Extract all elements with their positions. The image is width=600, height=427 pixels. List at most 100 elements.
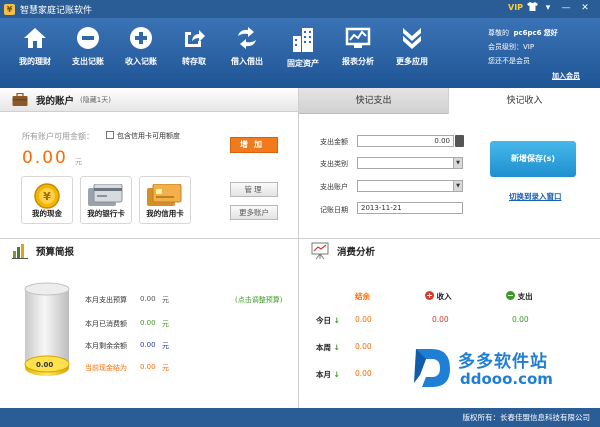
consumption-panel-header: 消费分析: [299, 239, 600, 263]
arrow-down-icon: ↓: [333, 370, 340, 379]
credit-card-icon: [147, 183, 182, 206]
watermark-name: 多多软件站: [458, 352, 548, 372]
watermark-logo: 多多软件站 ddooo.com: [412, 343, 587, 395]
easel-chart-icon: [311, 242, 329, 260]
status-bar: 版权所有：长春佳盟信息科技有限公司: [0, 408, 600, 427]
skin-icon[interactable]: [525, 2, 539, 15]
toolbar-income-entry[interactable]: 收入记账: [116, 24, 166, 82]
toolbar-transfer[interactable]: 转存取: [169, 24, 219, 82]
card-my-bank[interactable]: 我的银行卡: [80, 176, 132, 224]
user-greeting: 尊敬的 pc6pc6 您好: [488, 29, 558, 37]
toolbar-my-finance[interactable]: 我的理财: [10, 24, 60, 82]
budget-row-unit: 元: [162, 296, 169, 304]
share-arrow-icon: [185, 30, 205, 47]
watermark-d-icon: [414, 349, 450, 387]
calculator-icon[interactable]: [455, 135, 464, 147]
total-amount: 0.00: [22, 148, 68, 168]
budget-row-unit: 元: [162, 320, 169, 328]
budget-row-value: 0.00: [140, 295, 156, 303]
switch-entry-window-link[interactable]: 切换到录入窗口: [509, 191, 562, 202]
svg-text:¥: ¥: [43, 190, 51, 203]
toolbar-borrow-lend[interactable]: 借入借出: [222, 24, 272, 82]
account-panel-header: 我的账户 (隐藏1天): [0, 88, 298, 112]
stat-row-label: 本周 ↓: [316, 343, 340, 352]
toolbar-label: 报表分析: [342, 57, 374, 66]
toolbar-label: 转存取: [182, 57, 206, 66]
card-caption: 我的银行卡: [87, 209, 125, 218]
col-income-header: 收入: [425, 291, 452, 302]
building-icon: [293, 28, 313, 52]
toolbar-label: 借入借出: [231, 57, 263, 66]
toolbar-label: 固定资产: [287, 59, 319, 68]
add-account-button[interactable]: 增加: [230, 137, 278, 153]
vip-badge[interactable]: VIP: [508, 3, 523, 12]
cylinder-value: 0.00: [36, 361, 54, 369]
coin-icon: ¥: [34, 183, 60, 209]
arrow-down-icon: ↓: [333, 316, 340, 325]
manage-accounts-button[interactable]: 管理: [230, 182, 278, 197]
chevron-down-icon: ▼: [453, 181, 462, 191]
budget-panel-header: 预算简报: [0, 239, 298, 263]
home-icon: [24, 28, 46, 48]
entry-date-label: 记账日期: [320, 206, 348, 214]
toolbar-fixed-assets[interactable]: 固定资产: [278, 24, 328, 82]
stat-expense-value: 0.00: [512, 315, 529, 324]
bank-card-icon: [88, 183, 123, 206]
card-my-credit[interactable]: 我的信用卡: [139, 176, 191, 224]
more-accounts-button[interactable]: 更多账户: [230, 205, 278, 220]
stat-balance-value: 0.00: [355, 369, 372, 378]
budget-bars-icon: [12, 244, 28, 259]
member-level: 会员级别：VIP: [488, 43, 535, 51]
stat-balance-value: 0.00: [355, 315, 372, 324]
budget-row-value: 0.00: [140, 319, 156, 327]
stat-balance-value: 0.00: [355, 342, 372, 351]
account-subtitle: (隐藏1天): [80, 95, 111, 104]
expense-category-label: 支出类别: [320, 160, 348, 168]
card-caption: 我的信用卡: [146, 209, 184, 218]
menu-dropdown-button[interactable]: ▾: [541, 2, 555, 15]
expense-category-select[interactable]: ▼: [357, 157, 463, 169]
user-info: 尊敬的 pc6pc6 您好 会员级别：VIP 您还不是会员: [488, 26, 558, 68]
budget-row-label: 本月剩余余额: [85, 342, 127, 350]
toolbar-label: 我的理财: [19, 57, 51, 66]
username: pc6pc6: [513, 29, 542, 37]
join-member-link[interactable]: 加入会员: [552, 71, 580, 81]
swap-arrows-icon: [238, 27, 256, 49]
budget-row-value: 0.00: [140, 363, 156, 371]
chevron-down-icon: ▼: [453, 158, 462, 168]
adjust-budget-link[interactable]: (点击调整预算): [235, 295, 282, 305]
budget-title: 预算简报: [36, 247, 75, 258]
plus-circle-icon: [130, 27, 152, 49]
briefcase-icon: [12, 93, 28, 106]
toolbar-more-apps[interactable]: 更多应用: [387, 24, 437, 82]
available-amount-label: 所有账户可用金额：: [22, 132, 94, 141]
budget-row-label: 当前现金结为: [85, 364, 127, 372]
toolbar-label: 更多应用: [396, 57, 428, 66]
arrow-down-icon: ↓: [333, 343, 340, 352]
include-credit-checkbox[interactable]: [106, 131, 114, 139]
window-title: 智慧家庭记账软件: [20, 5, 93, 16]
tab-quick-expense[interactable]: 快记支出: [299, 88, 448, 114]
col-expense-header: 支出: [506, 291, 533, 302]
stat-row-label: 今日 ↓: [316, 316, 340, 325]
toolbar-report-analysis[interactable]: 报表分析: [333, 24, 383, 82]
budget-row-unit: 元: [162, 364, 169, 372]
toolbar-expense-entry[interactable]: 支出记账: [63, 24, 113, 82]
expense-account-label: 支出账户: [320, 183, 348, 191]
close-button[interactable]: ✕: [578, 2, 592, 15]
toolbar-label: 收入记账: [125, 57, 157, 66]
budget-row-label: 本月已消费额: [85, 320, 127, 328]
expense-amount-input[interactable]: 0.00: [357, 135, 454, 147]
minimize-button[interactable]: —: [559, 2, 573, 15]
tab-quick-income[interactable]: 快记收入: [448, 88, 600, 114]
stat-income-value: 0.00: [432, 315, 449, 324]
double-chevron-icon: [403, 28, 421, 49]
expense-account-select[interactable]: ▼: [357, 180, 463, 192]
entry-date-input[interactable]: 2013-11-21: [357, 202, 463, 214]
budget-row-value: 0.00: [140, 341, 156, 349]
save-button[interactable]: 新增保存(s): [490, 141, 576, 177]
app-logo-icon: ¥: [4, 3, 15, 15]
card-my-cash[interactable]: ¥ 我的现金: [21, 176, 73, 224]
col-balance-header: 结余: [355, 292, 370, 301]
copyright-text: 版权所有：长春佳盟信息科技有限公司: [462, 413, 591, 422]
